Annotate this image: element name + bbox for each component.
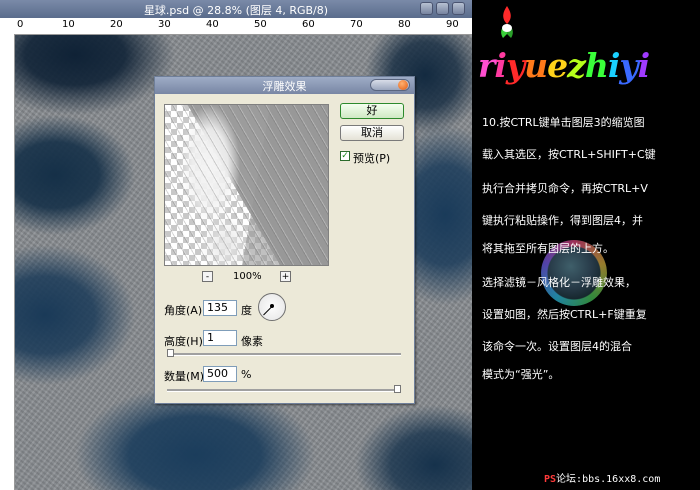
angle-unit: 度 — [241, 304, 252, 317]
photoshop-document-window: 星球.psd @ 28.8% (图层 4, RGB/8) 0 10 20 30 … — [0, 0, 472, 490]
angle-label: 角度(A): — [164, 304, 206, 317]
ruler-mark: 10 — [62, 19, 75, 30]
height-unit: 像素 — [241, 335, 263, 348]
zoom-in-button[interactable]: + — [280, 271, 291, 282]
emboss-dialog: 浮雕效果 - 100% + 好 取消 ✓ 预览(P) 角度(A): 135 度 … — [154, 76, 415, 404]
maximize-button[interactable] — [436, 2, 449, 15]
logo-letter: e — [547, 46, 568, 85]
cancel-button[interactable]: 取消 — [340, 125, 404, 141]
height-input[interactable]: 1 — [203, 330, 237, 346]
height-slider-thumb[interactable] — [167, 349, 174, 357]
close-button[interactable] — [452, 2, 465, 15]
close-icon — [398, 80, 408, 90]
dialog-titlebar[interactable]: 浮雕效果 — [155, 77, 414, 94]
preview-checkbox[interactable]: ✓ — [340, 151, 350, 161]
angle-input[interactable]: 135 — [203, 300, 237, 316]
logo-letter: h — [584, 46, 609, 85]
tutorial-line: 模式为“强光”。 — [482, 368, 560, 381]
logo-letter: i — [494, 46, 507, 85]
dialog-close-button[interactable] — [370, 79, 410, 91]
tutorial-panel: riyuezhiyi 10.按CTRL键单击图层3的缩览图 载入其选区，按CTR… — [472, 0, 700, 490]
ruler-mark: 80 — [398, 19, 411, 30]
height-slider-track[interactable] — [167, 353, 401, 356]
ruler-mark: 0 — [17, 19, 24, 30]
footer-ps-mark: PS — [544, 474, 557, 485]
ruler-mark: 40 — [206, 19, 219, 30]
ruler-mark: 20 — [110, 19, 123, 30]
footer-text: 论坛:bbs.16xx8.com — [556, 474, 661, 485]
preview-image — [165, 105, 328, 265]
horizontal-ruler[interactable]: 0 10 20 30 40 50 60 70 80 90 — [0, 18, 472, 35]
ruler-mark: 90 — [446, 19, 459, 30]
site-logo: riyuezhiyi — [478, 46, 651, 85]
tutorial-line: 该命令一次。设置图层4的混合 — [482, 340, 632, 353]
amount-unit: % — [241, 368, 252, 381]
logo-letter: y — [505, 46, 525, 85]
tutorial-line: 将其拖至所有图层的上方。 — [482, 242, 614, 255]
tutorial-line: 载入其选区，按CTRL+SHIFT+C键 — [482, 148, 656, 161]
amount-label: 数量(M): — [164, 370, 208, 383]
logo-letter: z — [567, 46, 586, 85]
angle-dial[interactable] — [258, 293, 286, 321]
logo-letter: i — [607, 46, 621, 85]
tutorial-line: 选择滤镜－风格化－浮雕效果， — [482, 276, 636, 289]
logo-letter: y — [619, 46, 638, 85]
window-title: 星球.psd @ 28.8% (图层 4, RGB/8) — [143, 4, 329, 17]
tutorial-line: 10.按CTRL键单击图层3的缩览图 — [482, 116, 645, 129]
ruler-mark: 70 — [350, 19, 363, 30]
minimize-button[interactable] — [420, 2, 433, 15]
ruler-mark: 30 — [158, 19, 171, 30]
amount-slider-track[interactable] — [167, 389, 401, 392]
logo-letter: u — [524, 46, 548, 85]
amount-input[interactable]: 500 — [203, 366, 237, 382]
preview-label: 预览(P) — [353, 152, 391, 165]
amount-slider-thumb[interactable] — [394, 385, 401, 393]
ruler-mark: 50 — [254, 19, 267, 30]
ruler-mark: 60 — [302, 19, 315, 30]
height-label: 高度(H): — [164, 335, 207, 348]
tutorial-line: 设置如图，然后按CTRL+F键重复 — [482, 308, 647, 321]
filter-preview[interactable] — [164, 104, 329, 266]
logo-letter: r — [478, 46, 495, 85]
vertical-ruler[interactable] — [0, 34, 15, 490]
logo-letter: i — [637, 46, 651, 85]
ok-button[interactable]: 好 — [340, 103, 404, 119]
angle-dial-center — [270, 304, 274, 308]
zoom-out-button[interactable]: - — [202, 271, 213, 282]
flower-logo-icon — [501, 6, 513, 38]
forum-footer: PS论坛:bbs.16xx8.com — [544, 470, 660, 485]
window-titlebar[interactable]: 星球.psd @ 28.8% (图层 4, RGB/8) — [0, 0, 472, 18]
zoom-level: 100% — [233, 271, 262, 282]
tutorial-line: 键执行粘贴操作，得到图层4，并 — [482, 214, 643, 227]
tutorial-line: 执行合并拷贝命令，再按CTRL+V — [482, 182, 648, 195]
